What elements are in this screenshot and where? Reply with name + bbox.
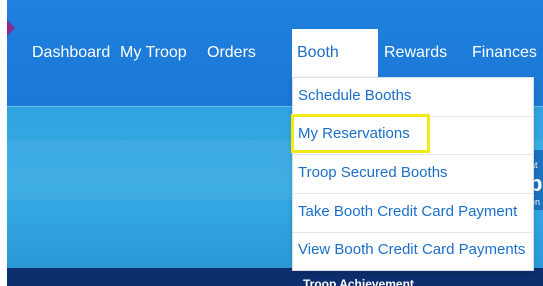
menu-item-take-booth-credit-card-payment[interactable]: Take Booth Credit Card Payment: [293, 194, 533, 233]
menu-item-schedule-booths[interactable]: Schedule Booths: [293, 78, 533, 117]
highlight-box: [291, 114, 430, 153]
nav-finances[interactable]: Finances: [472, 44, 537, 62]
menu-item-label: Take Booth Credit Card Payment: [298, 203, 518, 220]
page: Dashboard My Troop Orders Booth Rewards …: [7, 0, 543, 286]
nav-rewards[interactable]: Rewards: [384, 44, 447, 62]
nav-orders[interactable]: Orders: [207, 44, 256, 62]
corner-marker-icon: [7, 20, 15, 36]
nav-my-troop[interactable]: My Troop: [120, 44, 187, 62]
nav-booth[interactable]: Booth: [297, 44, 339, 62]
menu-item-view-booth-credit-card-payments[interactable]: View Booth Credit Card Payments: [293, 232, 533, 270]
menu-item-troop-secured-booths[interactable]: Troop Secured Booths: [293, 155, 533, 194]
menu-item-label: View Booth Credit Card Payments: [298, 241, 526, 258]
menu-item-label: Troop Secured Booths: [298, 164, 448, 181]
troop-achievement-heading: Troop Achievement: [303, 277, 414, 286]
booth-dropdown-menu: Schedule Booths My Reservations Troop Se…: [292, 77, 534, 271]
menu-item-label: Schedule Booths: [298, 87, 412, 104]
nav-dashboard[interactable]: Dashboard: [32, 44, 110, 62]
